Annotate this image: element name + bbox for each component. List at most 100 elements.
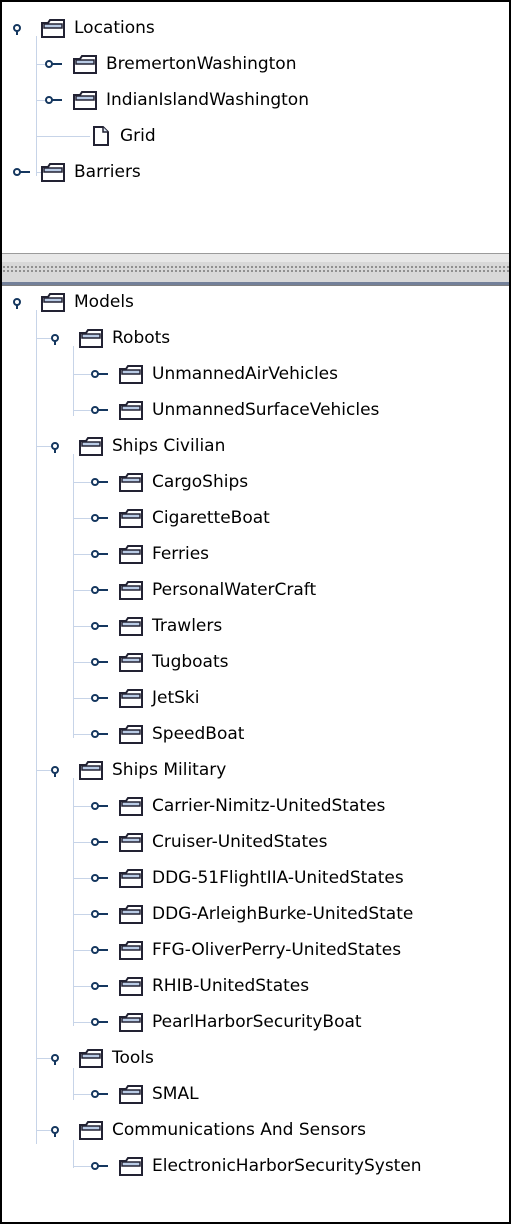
collapsed-handle-icon[interactable] xyxy=(88,943,110,957)
collapsed-handle-icon[interactable] xyxy=(88,835,110,849)
collapsed-handle-icon[interactable] xyxy=(88,547,110,561)
tree-node-ships-civilian[interactable]: Ships Civilian xyxy=(48,428,225,464)
tree-node-communications-and-sensors[interactable]: Communications And Sensors xyxy=(48,1112,366,1148)
folder-icon xyxy=(40,18,66,39)
collapsed-handle-icon[interactable] xyxy=(88,727,110,741)
tree-node-label: SMAL xyxy=(152,1084,199,1104)
tree-node-personal-water-craft[interactable]: PersonalWaterCraft xyxy=(88,572,316,608)
tree-node-locations[interactable]: Locations xyxy=(10,10,155,46)
folder-icon xyxy=(40,292,66,313)
tree-node-label: Robots xyxy=(112,328,171,348)
tree-node-trawlers[interactable]: Trawlers xyxy=(88,608,222,644)
tree-node-ddg-51[interactable]: DDG-51FlightIIA-UnitedStates xyxy=(88,860,404,896)
tree-connector-line xyxy=(73,778,74,1026)
collapsed-handle-icon[interactable] xyxy=(88,1159,110,1173)
splitter-grip-dots xyxy=(2,265,509,274)
folder-icon xyxy=(118,616,144,637)
collapsed-handle-icon[interactable] xyxy=(42,93,64,107)
collapsed-handle-icon[interactable] xyxy=(88,403,110,417)
tree-node-speedboat[interactable]: SpeedBoat xyxy=(88,716,244,752)
tree-connector-line xyxy=(36,136,90,137)
folder-icon xyxy=(78,1120,104,1141)
folder-icon xyxy=(78,760,104,781)
folder-icon xyxy=(118,1084,144,1105)
collapsed-handle-icon[interactable] xyxy=(88,799,110,813)
collapsed-handle-icon[interactable] xyxy=(88,475,110,489)
tree-node-ships-military[interactable]: Ships Military xyxy=(48,752,226,788)
collapsed-handle-icon[interactable] xyxy=(88,979,110,993)
tree-node-ddg-arleigh-burke[interactable]: DDG-ArleighBurke-UnitedState xyxy=(88,896,413,932)
folder-icon xyxy=(78,436,104,457)
folder-icon xyxy=(118,508,144,529)
expanded-handle-icon[interactable] xyxy=(48,439,70,453)
collapsed-handle-icon[interactable] xyxy=(88,1015,110,1029)
tree-node-label: UnmannedAirVehicles xyxy=(152,364,338,384)
folder-icon xyxy=(118,652,144,673)
folder-icon xyxy=(118,868,144,889)
collapsed-handle-icon[interactable] xyxy=(88,691,110,705)
folder-icon xyxy=(72,54,98,75)
tree-node-models[interactable]: Models xyxy=(10,284,134,320)
tree-node-label: Barriers xyxy=(74,162,141,182)
tree-node-tugboats[interactable]: Tugboats xyxy=(88,644,229,680)
collapsed-handle-icon[interactable] xyxy=(10,165,32,179)
tree-node-label: IndianIslandWashington xyxy=(106,90,309,110)
tree-node-tools[interactable]: Tools xyxy=(48,1040,154,1076)
splitter-highlight xyxy=(2,254,509,262)
collapsed-handle-icon[interactable] xyxy=(88,367,110,381)
tree-node-indianisland[interactable]: IndianIslandWashington xyxy=(42,82,309,118)
tree-node-cargo-ships[interactable]: CargoShips xyxy=(88,464,248,500)
expanded-handle-icon[interactable] xyxy=(48,1051,70,1065)
tree-node-label: Ships Civilian xyxy=(112,436,226,456)
folder-icon xyxy=(118,976,144,997)
tree-node-carrier-nimitz[interactable]: Carrier-Nimitz-UnitedStates xyxy=(88,788,385,824)
tree-connector-line xyxy=(36,310,37,1144)
expanded-handle-icon[interactable] xyxy=(10,295,32,309)
tree-node-jetski[interactable]: JetSki xyxy=(88,680,200,716)
tree-node-pearl-harbor-security-boat[interactable]: PearlHarborSecurityBoat xyxy=(88,1004,362,1040)
folder-icon xyxy=(118,364,144,385)
models-tree-pane[interactable]: Models Robots UnmannedAirVehicles Unmann… xyxy=(2,284,509,1222)
collapsed-handle-icon[interactable] xyxy=(88,619,110,633)
collapsed-handle-icon[interactable] xyxy=(88,655,110,669)
tree-node-ferries[interactable]: Ferries xyxy=(88,536,209,572)
tree-node-label: CigaretteBoat xyxy=(152,508,270,528)
tree-node-smal[interactable]: SMAL xyxy=(88,1076,199,1112)
folder-icon xyxy=(118,724,144,745)
tree-node-label: Tools xyxy=(112,1048,154,1068)
tree-node-ffg-oliver-perry[interactable]: FFG-OliverPerry-UnitedStates xyxy=(88,932,401,968)
collapsed-handle-icon[interactable] xyxy=(88,1087,110,1101)
tree-node-robots[interactable]: Robots xyxy=(48,320,170,356)
tree-node-cigarette-boat[interactable]: CigaretteBoat xyxy=(88,500,270,536)
folder-icon xyxy=(118,400,144,421)
expanded-handle-icon[interactable] xyxy=(48,763,70,777)
collapsed-handle-icon[interactable] xyxy=(88,907,110,921)
folder-icon xyxy=(118,580,144,601)
tree-node-electronic-harbor-security-system[interactable]: ElectronicHarborSecuritySysten xyxy=(88,1148,422,1184)
collapsed-handle-icon[interactable] xyxy=(88,871,110,885)
tree-node-unmanned-air-vehicles[interactable]: UnmannedAirVehicles xyxy=(88,356,338,392)
expanded-handle-icon[interactable] xyxy=(48,331,70,345)
folder-icon xyxy=(118,1012,144,1033)
tree-node-barriers[interactable]: Barriers xyxy=(10,154,141,190)
folder-icon xyxy=(72,90,98,111)
tree-node-label: UnmannedSurfaceVehicles xyxy=(152,400,380,420)
expanded-handle-icon[interactable] xyxy=(48,1123,70,1137)
tree-node-label: Grid xyxy=(120,126,156,146)
folder-icon xyxy=(118,1156,144,1177)
tree-node-grid[interactable]: Grid xyxy=(90,118,156,154)
collapsed-handle-icon[interactable] xyxy=(88,511,110,525)
splitter-divider[interactable] xyxy=(2,253,509,286)
folder-icon xyxy=(40,162,66,183)
tree-node-unmanned-surface-vehicles[interactable]: UnmannedSurfaceVehicles xyxy=(88,392,379,428)
tree-node-rhib[interactable]: RHIB-UnitedStates xyxy=(88,968,309,1004)
tree-node-cruiser[interactable]: Cruiser-UnitedStates xyxy=(88,824,327,860)
tree-node-bremerton[interactable]: BremertonWashington xyxy=(42,46,297,82)
tree-node-label: SpeedBoat xyxy=(152,724,245,744)
expanded-handle-icon[interactable] xyxy=(10,21,32,35)
collapsed-handle-icon[interactable] xyxy=(88,583,110,597)
collapsed-handle-icon[interactable] xyxy=(42,57,64,71)
locations-tree-pane[interactable]: Locations BremertonWashington IndianIsla… xyxy=(2,2,509,253)
folder-icon xyxy=(118,832,144,853)
tree-node-label: FFG-OliverPerry-UnitedStates xyxy=(152,940,402,960)
